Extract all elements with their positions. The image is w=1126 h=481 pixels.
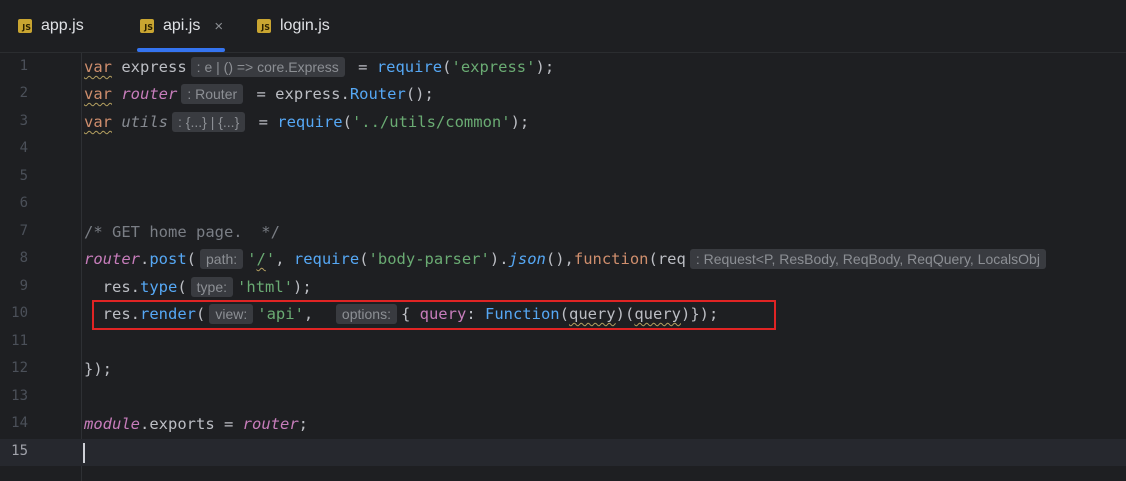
code-line[interactable]: 11 [0, 329, 1126, 356]
tab-login-js[interactable]: JS login.js [257, 0, 330, 52]
text-cursor [83, 443, 85, 463]
line-number: 4 [19, 140, 28, 156]
line-number: 8 [19, 250, 28, 266]
code-text: module.exports = router; [84, 415, 309, 433]
red-highlight-box [92, 300, 776, 330]
code-line[interactable]: 3 var utils: {...} | {...} = require('..… [0, 109, 1126, 136]
inlay-type-hint: : Router [181, 84, 244, 104]
javascript-file-icon: JS [140, 19, 154, 33]
code-line[interactable]: 6 [0, 191, 1126, 218]
inlay-parameter-hint: type: [190, 277, 234, 297]
inlay-type-hint: : {...} | {...} [172, 112, 246, 132]
tab-api-js[interactable]: JS api.js × [136, 0, 226, 52]
tab-label: api.js [163, 17, 201, 34]
code-text: res.type(type:'html'); [102, 277, 312, 297]
line-number: 9 [19, 278, 28, 294]
line-number: 2 [19, 85, 28, 101]
line-number: 12 [11, 360, 28, 376]
code-line[interactable]: 8 router.post(path: '/', require('body-pa… [0, 246, 1126, 273]
code-line[interactable]: 9 res.type(type:'html'); [0, 274, 1126, 301]
line-number: 1 [19, 58, 28, 74]
code-text: var utils: {...} | {...} = require('../u… [84, 112, 530, 132]
tab-app-js[interactable]: JS app.js [18, 0, 84, 52]
line-number: 11 [11, 333, 28, 349]
code-line[interactable]: 12 }); [0, 356, 1126, 383]
inlay-parameter-hint: path: [200, 249, 244, 269]
line-number: 13 [11, 388, 28, 404]
inlay-type-hint: : e | () => core.Express [190, 57, 345, 77]
inlay-type-hint: : Request<P, ResBody, ReqBody, ReqQuery,… [689, 249, 1046, 269]
code-line[interactable]: 4 [0, 136, 1126, 163]
code-line[interactable]: 2 var router: Router = express.Router(); [0, 81, 1126, 108]
code-editor[interactable]: 1 var express: e | () => core.Express = … [0, 53, 1126, 481]
code-text: /* GET home page. */ [84, 222, 280, 242]
line-number: 14 [11, 415, 28, 431]
code-comment: /* GET home page. */ [84, 223, 280, 241]
code-text: router.post(path: '/', require('body-pars… [84, 249, 1050, 269]
code-line[interactable]: 7 /* GET home page. */ [0, 219, 1126, 246]
editor-tab-bar: JS app.js JS api.js × JS login.js [0, 0, 1126, 53]
code-line[interactable]: 1 var express: e | () => core.Express = … [0, 54, 1126, 81]
current-code-line[interactable]: 15 [0, 439, 1126, 466]
line-number: 5 [19, 168, 28, 184]
code-line[interactable]: 14 module.exports = router; [0, 411, 1126, 438]
code-line[interactable]: 13 [0, 384, 1126, 411]
code-line[interactable]: 5 [0, 164, 1126, 191]
line-number: 7 [19, 223, 28, 239]
close-icon[interactable]: × [214, 18, 223, 35]
code-text: }); [84, 360, 112, 378]
line-number: 10 [11, 305, 28, 321]
tab-label: login.js [280, 17, 330, 34]
javascript-file-icon: JS [18, 19, 32, 33]
line-number: 6 [19, 195, 28, 211]
tab-label: app.js [41, 17, 84, 34]
line-number: 3 [19, 113, 28, 129]
code-text: var express: e | () => core.Express = re… [84, 57, 555, 77]
line-number: 15 [11, 443, 28, 459]
code-text: var router: Router = express.Router(); [84, 84, 434, 104]
javascript-file-icon: JS [257, 19, 271, 33]
